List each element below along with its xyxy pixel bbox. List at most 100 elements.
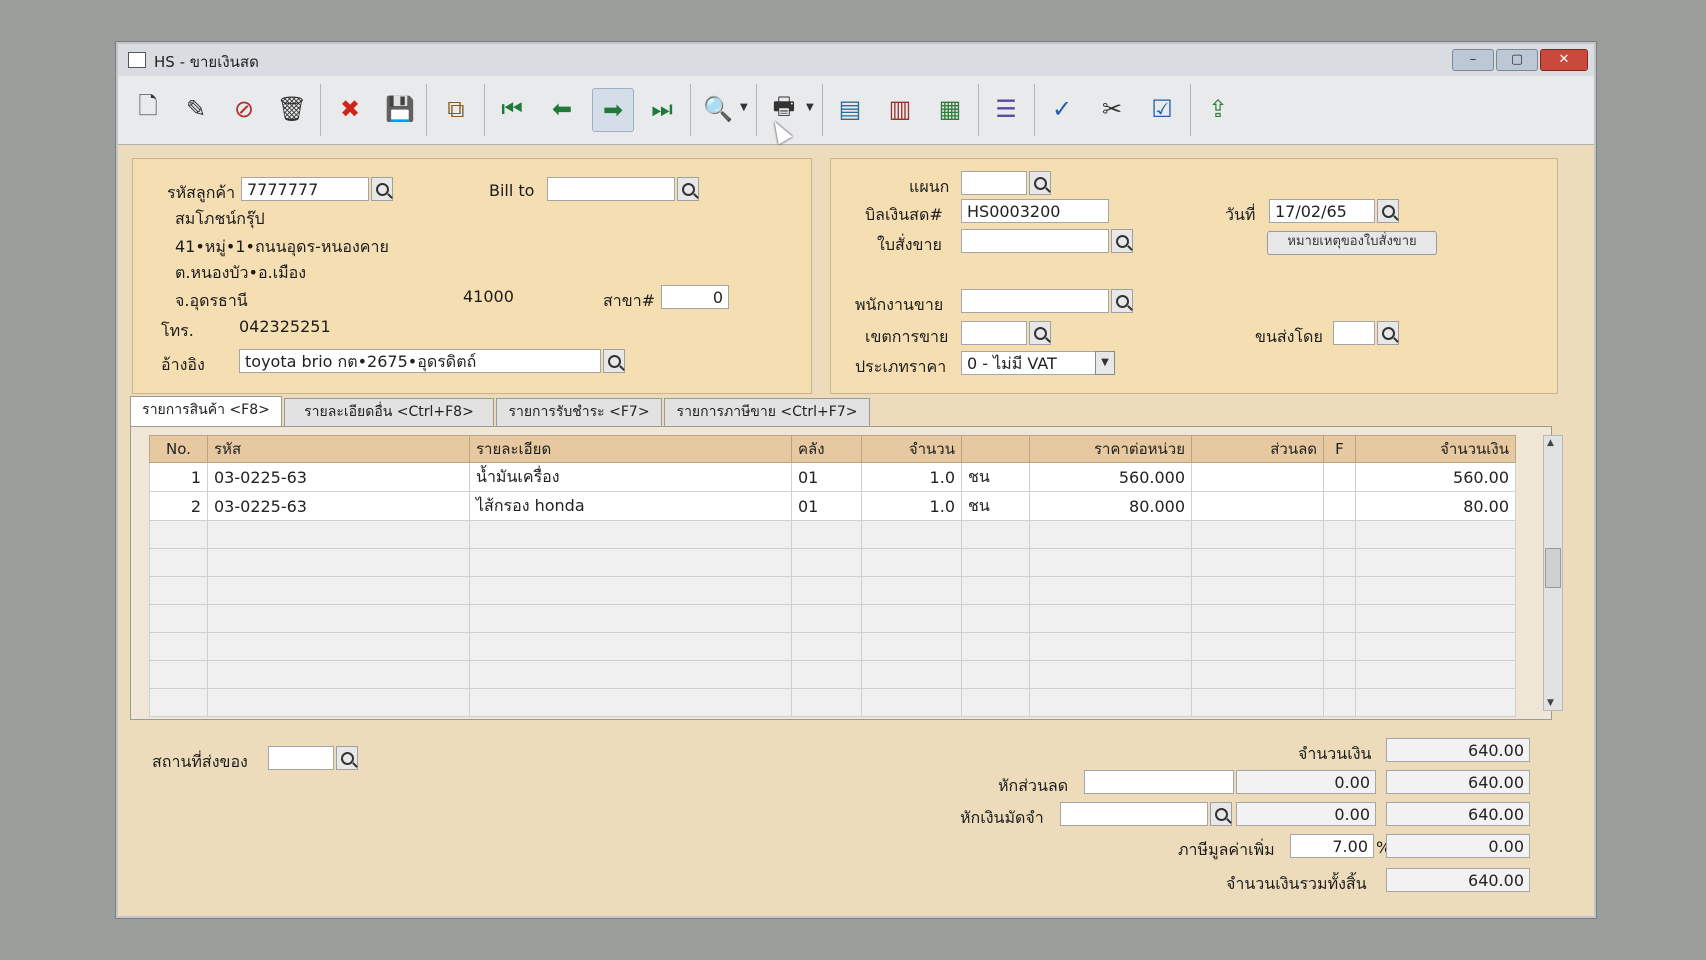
cell-no[interactable]: 1 [149, 462, 208, 492]
ship-place-field[interactable] [268, 746, 334, 770]
bill-number-field[interactable]: HS0003200 [961, 199, 1109, 223]
find-dropdown-icon[interactable]: ▼ [740, 102, 748, 113]
table-row-empty[interactable] [149, 604, 1516, 633]
col-discount[interactable]: ส่วนลด [1191, 435, 1324, 463]
table-row-empty[interactable] [149, 520, 1516, 549]
void-icon[interactable]: ⊘ [224, 88, 264, 130]
deposit-text-field[interactable] [1060, 802, 1208, 826]
table-row[interactable]: 2 03-0225-63 ไส้กรอง honda 01 1.0 ชน 80.… [149, 491, 1516, 521]
cell-flag[interactable] [1323, 462, 1356, 492]
bill-to-field[interactable] [547, 177, 675, 201]
salesman-search-icon[interactable] [1111, 289, 1133, 313]
col-description[interactable]: รายละเอียด [469, 435, 792, 463]
department-field[interactable] [961, 171, 1027, 195]
grid-scrollbar[interactable]: ▲ ▼ [1543, 435, 1563, 711]
cell-discount[interactable] [1191, 491, 1324, 521]
reference-field[interactable]: toyota brio กต•2675•อุดรดิตถ์ [239, 349, 601, 373]
cell-unit-price[interactable]: 80.000 [1029, 491, 1192, 521]
sheet-icon[interactable]: ▦ [930, 88, 970, 130]
cell-amount[interactable]: 80.00 [1355, 491, 1516, 521]
approve-icon[interactable]: ✓ [1042, 88, 1082, 130]
maximize-button[interactable]: ▢ [1496, 49, 1538, 71]
form-icon[interactable]: ▤ [830, 88, 870, 130]
sales-order-note-button[interactable]: หมายเหตุของใบสั่งขาย [1267, 231, 1437, 255]
cell-unit[interactable]: ชน [961, 491, 1030, 521]
cell-no[interactable]: 2 [149, 491, 208, 521]
scroll-up-icon[interactable]: ▲ [1547, 438, 1554, 448]
date-picker-icon[interactable] [1377, 199, 1399, 223]
cell-code[interactable]: 03-0225-63 [207, 462, 470, 492]
ship-by-search-icon[interactable] [1377, 321, 1399, 345]
sales-zone-field[interactable] [961, 321, 1027, 345]
col-amount[interactable]: จำนวนเงิน [1355, 435, 1516, 463]
cell-quantity[interactable]: 1.0 [861, 491, 962, 521]
discount-text-field[interactable] [1084, 770, 1234, 794]
col-code[interactable]: รหัส [207, 435, 470, 463]
print-dropdown-icon[interactable]: ▼ [806, 102, 814, 113]
tab-payments[interactable]: รายการรับชำระ <F7> [496, 398, 662, 426]
cell-warehouse[interactable]: 01 [791, 491, 862, 521]
table-row-empty[interactable] [149, 632, 1516, 661]
cell-discount[interactable] [1191, 462, 1324, 492]
trash-icon[interactable]: 🗑 [272, 88, 312, 130]
table-row[interactable]: 1 03-0225-63 น้ำมันเครื่อง 01 1.0 ชน 560… [149, 462, 1516, 492]
minimize-button[interactable]: – [1452, 49, 1494, 71]
edit-icon[interactable]: ✎ [176, 88, 216, 130]
cell-flag[interactable] [1323, 491, 1356, 521]
copy-icon[interactable]: ⧉ [436, 88, 476, 130]
save-icon[interactable]: 💾 [380, 88, 420, 130]
table-row-empty[interactable] [149, 660, 1516, 689]
deposit-search-icon[interactable] [1210, 802, 1232, 826]
last-record-icon[interactable]: ⏭ [642, 88, 682, 130]
customer-search-icon[interactable] [371, 177, 393, 201]
department-search-icon[interactable] [1029, 171, 1051, 195]
col-no[interactable]: No. [149, 435, 208, 463]
bill-to-search-icon[interactable] [677, 177, 699, 201]
col-warehouse[interactable]: คลัง [791, 435, 862, 463]
table-row-empty[interactable] [149, 548, 1516, 577]
customer-code-field[interactable]: 7777777 [241, 177, 369, 201]
chevron-down-icon[interactable]: ▼ [1095, 351, 1115, 375]
first-record-icon[interactable]: ⏮ [492, 88, 532, 130]
sales-order-search-icon[interactable] [1111, 229, 1133, 253]
col-unit-price[interactable]: ราคาต่อหน่วย [1029, 435, 1192, 463]
table-row-empty[interactable] [149, 576, 1516, 605]
ok-icon[interactable]: ☑ [1142, 88, 1182, 130]
salesman-field[interactable] [961, 289, 1109, 313]
date-field[interactable]: 17/02/65 [1269, 199, 1375, 223]
ship-place-search-icon[interactable] [336, 746, 358, 770]
find-icon[interactable]: 🔍 [698, 88, 738, 130]
previous-record-icon[interactable]: ⬅ [542, 88, 582, 130]
table-row-empty[interactable] [149, 688, 1516, 717]
scrollbar-thumb[interactable] [1545, 548, 1561, 588]
cell-description[interactable]: ไส้กรอง honda [469, 491, 792, 521]
branch-field[interactable]: 0 [661, 285, 729, 309]
list-icon[interactable]: ☰ [986, 88, 1026, 130]
cancel-icon[interactable]: ✖ [330, 88, 370, 130]
cell-code[interactable]: 03-0225-63 [207, 491, 470, 521]
tab-sales-tax[interactable]: รายการภาษีขาย <Ctrl+F7> [664, 398, 870, 426]
scroll-down-icon[interactable]: ▼ [1547, 698, 1554, 708]
price-type-select[interactable]: 0 - ไม่มี VAT [961, 351, 1107, 375]
sales-zone-search-icon[interactable] [1029, 321, 1051, 345]
col-flag[interactable]: F [1323, 435, 1356, 463]
cell-description[interactable]: น้ำมันเครื่อง [469, 462, 792, 492]
cell-unit[interactable]: ชน [961, 462, 1030, 492]
report-icon[interactable]: ▥ [880, 88, 920, 130]
cell-unit-price[interactable]: 560.000 [1029, 462, 1192, 492]
ship-by-field[interactable] [1333, 321, 1375, 345]
col-unit[interactable] [961, 435, 1030, 463]
tab-items[interactable]: รายการสินค้า <F8> [130, 396, 282, 426]
cell-quantity[interactable]: 1.0 [861, 462, 962, 492]
new-document-icon[interactable]: 🗋 [128, 88, 168, 130]
close-button[interactable]: ✕ [1540, 49, 1588, 71]
cell-amount[interactable]: 560.00 [1355, 462, 1516, 492]
reference-search-icon[interactable] [603, 349, 625, 373]
vat-rate-field[interactable]: 7.00 [1290, 834, 1374, 858]
export-icon[interactable]: ⇪ [1198, 88, 1238, 130]
col-quantity[interactable]: จำนวน [861, 435, 962, 463]
tab-other-details[interactable]: รายละเอียดอื่น <Ctrl+F8> [284, 398, 494, 426]
cell-warehouse[interactable]: 01 [791, 462, 862, 492]
cut-icon[interactable]: ✂ [1092, 88, 1132, 130]
next-record-icon[interactable]: ➡ [592, 88, 634, 132]
